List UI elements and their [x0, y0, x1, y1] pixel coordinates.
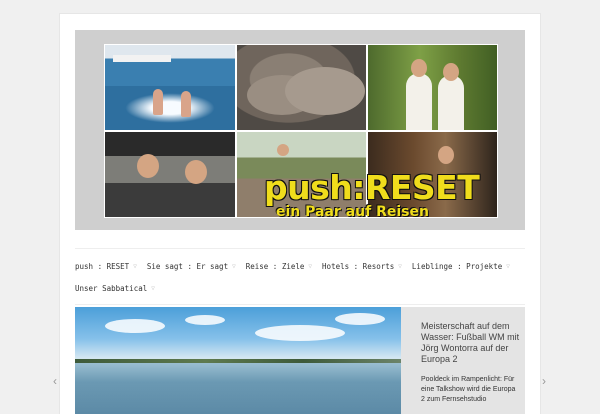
banner-title: push:RESET: [264, 168, 480, 207]
nav-row-1: push : RESET ▽ Sie sagt : Er sagt ▽ Reis…: [75, 255, 525, 277]
banner-subtitle: ein Paar auf Reisen: [276, 204, 429, 220]
chevron-down-icon: ▽: [308, 262, 313, 270]
nav-item-label: Unser Sabbatical: [75, 283, 148, 293]
nav-item-label: push : RESET: [75, 261, 130, 271]
person-head: [438, 146, 454, 164]
nav-row-2: Unser Sabbatical ▽: [75, 277, 525, 299]
cloud-shape: [185, 315, 225, 325]
person-figure: [438, 75, 464, 130]
photo-helicopter: [105, 132, 235, 217]
featured-headline[interactable]: Meisterschaft auf dem Wasser: Fußball WM…: [421, 321, 521, 365]
header-banner-area: push:RESET ein Paar auf Reisen: [75, 30, 525, 230]
shoreline: [75, 359, 401, 363]
featured-caption-panel: Meisterschaft auf dem Wasser: Fußball WM…: [401, 307, 525, 414]
person-head: [443, 63, 459, 81]
chevron-down-icon: ▽: [151, 284, 155, 292]
featured-slider: Meisterschaft auf dem Wasser: Fußball WM…: [75, 307, 525, 414]
slider-next-arrow-icon[interactable]: ›: [537, 372, 551, 390]
nav-item-lieblinge-projekte[interactable]: Lieblinge : Projekte ▽: [412, 262, 510, 271]
slider-prev-arrow-icon[interactable]: ‹: [48, 372, 62, 390]
person-head: [137, 154, 159, 178]
nav-item-push-reset[interactable]: push : RESET ▽: [75, 262, 137, 271]
photo-couple-forest: [368, 45, 497, 130]
cloud-shape: [255, 325, 345, 341]
chevron-down-icon: ▽: [506, 262, 510, 270]
cloud-shape: [105, 319, 165, 333]
wave-splash: [125, 93, 215, 123]
chevron-down-icon: ▽: [398, 262, 402, 270]
person-head: [411, 59, 427, 77]
seal-shape: [285, 67, 365, 115]
nav-item-label: Sie sagt : Er sagt: [146, 261, 229, 271]
main-navigation: push : RESET ▽ Sie sagt : Er sagt ▽ Reis…: [75, 248, 525, 305]
person-figure: [406, 73, 432, 130]
chevron-down-icon: ▽: [232, 262, 236, 270]
featured-excerpt: Pooldeck im Rampenlicht: Für eine Talksh…: [421, 376, 516, 403]
featured-image[interactable]: [75, 307, 401, 414]
nav-item-label: Hotels : Resorts: [322, 261, 395, 271]
photo-seals: [237, 45, 366, 130]
ship-shape: [113, 55, 171, 62]
nav-item-label: Reise : Ziele: [245, 261, 305, 271]
cloud-shape: [335, 313, 385, 325]
nav-item-sie-sagt-er-sagt[interactable]: Sie sagt : Er sagt ▽: [147, 262, 236, 271]
header-banner-image[interactable]: push:RESET ein Paar auf Reisen: [104, 44, 498, 220]
person-head: [185, 160, 207, 184]
nav-item-hotels-resorts[interactable]: Hotels : Resorts ▽: [322, 262, 402, 271]
person-head: [277, 144, 289, 156]
nav-item-label: Lieblinge : Projekte: [411, 261, 503, 271]
photo-swimmers: [105, 45, 235, 130]
chevron-down-icon: ▽: [133, 262, 137, 270]
swimmer-figure: [153, 89, 163, 115]
swimmer-figure: [181, 91, 191, 117]
nav-item-unser-sabbatical[interactable]: Unser Sabbatical ▽: [75, 284, 155, 293]
page-container: push:RESET ein Paar auf Reisen push : RE…: [60, 14, 540, 414]
nav-item-reise-ziele[interactable]: Reise : Ziele ▽: [246, 262, 312, 271]
